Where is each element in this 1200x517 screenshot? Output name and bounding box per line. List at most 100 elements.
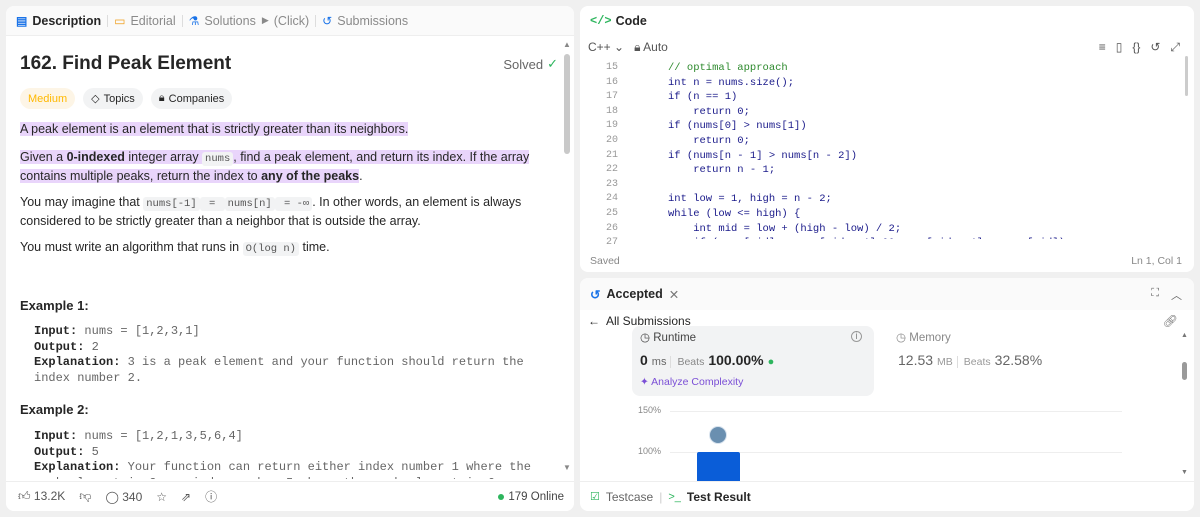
- scrollbar-thumb[interactable]: [564, 54, 570, 154]
- fullscreen-icon[interactable]: ⛶: [1151, 287, 1159, 303]
- code-line: return n - 1;: [668, 164, 776, 177]
- result-footer-tabs: ☑ Testcase | >_ Test Result: [580, 481, 1194, 511]
- description-tabs: ▤ Description ▭ Editorial ⚗ Solutions ▶ …: [6, 6, 574, 36]
- check-circle-icon: ✓: [547, 56, 558, 71]
- description-paragraph-3: You may imagine that nums[-1] = nums[n] …: [20, 195, 522, 228]
- code-line: return 0;: [668, 105, 750, 118]
- expand-icon[interactable]: ⤢: [1170, 40, 1180, 55]
- topics-button[interactable]: ◇ Topics: [83, 88, 143, 109]
- result-scrollbar[interactable]: ▲ ▼: [1181, 332, 1188, 476]
- tab-submissions[interactable]: ↺ Submissions: [322, 14, 408, 28]
- code-line: int low = 1, high = n - 2;: [668, 193, 832, 206]
- chevron-down-icon: ⌄: [614, 40, 625, 54]
- companies-button[interactable]: 🔒︎ Companies: [150, 88, 233, 109]
- tab-accepted[interactable]: Accepted: [606, 287, 662, 301]
- scroll-down-icon[interactable]: ▼: [563, 463, 571, 472]
- tab-click[interactable]: ▶ (Click): [262, 14, 309, 28]
- problem-tags: Medium ◇ Topics 🔒︎ Companies: [20, 88, 233, 109]
- star-icon[interactable]: ☆: [156, 490, 167, 504]
- saved-status: Saved: [590, 255, 620, 267]
- runtime-card[interactable]: ◷ Runtime i 0 ms Beats 100.00% ● ✦ Analy…: [632, 326, 874, 396]
- description-footer: 👍︎ 13.2K 👎︎ ◯ 340 ☆ ⇗ ⓘ 179 Online: [6, 481, 574, 511]
- distribution-bar[interactable]: [697, 452, 740, 481]
- y-tick-150: 150%: [638, 405, 662, 415]
- result-panel: ↺ Accepted ✕ ⛶ ︿ ← All Submissions 🔗︎ ◷ …: [580, 278, 1194, 511]
- memory-value: 12.53 MB Beats 32.58%: [898, 352, 1043, 368]
- memory-icon: ◷: [896, 332, 907, 344]
- line-number: 24: [605, 193, 618, 205]
- help-icon[interactable]: ⓘ: [205, 488, 217, 505]
- dislike-button[interactable]: 👎︎: [79, 489, 91, 504]
- thumbs-up-icon: 👍︎: [18, 489, 31, 503]
- cursor-position: Ln 1, Col 1: [1131, 255, 1182, 267]
- tab-editorial[interactable]: ▭ Editorial: [114, 14, 176, 28]
- code-line: int n = nums.size();: [668, 76, 795, 89]
- editor-scrollbar[interactable]: [1185, 56, 1188, 96]
- analyze-complexity-link[interactable]: ✦ Analyze Complexity: [640, 376, 743, 388]
- lock-icon: 🔒︎: [634, 39, 641, 54]
- collapse-icon[interactable]: ︿: [1171, 287, 1182, 303]
- difficulty-badge: Medium: [20, 88, 76, 109]
- example-2-block: Input: nums = [1,2,1,3,5,6,4] Output: 5 …: [34, 429, 531, 479]
- solved-status: Solved ✓: [503, 56, 558, 72]
- flask-icon: ⚗: [188, 13, 200, 28]
- tab-solutions[interactable]: ⚗ Solutions: [189, 14, 256, 28]
- example-1-title: Example 1:: [20, 298, 89, 313]
- online-count: 179 Online: [498, 491, 564, 503]
- code-icon: </>: [590, 14, 612, 28]
- checkbox-icon: ☑: [590, 491, 600, 503]
- link-icon[interactable]: 🔗︎: [1163, 314, 1178, 328]
- info-icon[interactable]: i: [851, 331, 862, 342]
- line-number: 25: [605, 207, 618, 219]
- reset-icon[interactable]: ↺: [1150, 40, 1160, 55]
- line-number: 19: [605, 120, 618, 132]
- memory-label[interactable]: ◷ Memory: [896, 330, 951, 344]
- share-icon[interactable]: ⇗: [181, 490, 191, 504]
- example-2-title: Example 2:: [20, 402, 89, 417]
- tab-testcase[interactable]: Testcase: [606, 490, 653, 504]
- line-number: 17: [605, 91, 618, 103]
- code-editor[interactable]: // optimal approach int n = nums.size(); i…: [668, 61, 1168, 239]
- arrow-left-icon: ←: [588, 314, 600, 328]
- thumbs-down-icon: 👎︎: [79, 489, 92, 503]
- line-number: 16: [605, 76, 618, 88]
- code-line: // optimal approach: [668, 62, 788, 74]
- code-line: int mid = low + (high - low) / 2;: [668, 222, 902, 235]
- auto-mode[interactable]: 🔒︎ Auto: [634, 40, 668, 55]
- runtime-value: 0 ms Beats 100.00% ●: [640, 352, 775, 368]
- problem-title[interactable]: 162. Find Peak Element: [20, 53, 231, 75]
- comment-icon: ◯: [105, 489, 119, 504]
- scroll-up-icon[interactable]: ▲: [563, 40, 571, 49]
- play-icon: ▶: [261, 15, 269, 25]
- braces-icon[interactable]: {}: [1132, 40, 1140, 55]
- code-line: if (n == 1): [668, 91, 738, 104]
- line-number: 18: [605, 105, 618, 117]
- description-paragraph-1: A peak element is an element that is str…: [20, 122, 409, 136]
- language-select[interactable]: C++ ⌄: [588, 40, 624, 54]
- code-panel-title: </> Code: [590, 14, 647, 28]
- avatar: [709, 426, 727, 444]
- line-number: 27: [605, 237, 618, 249]
- line-number: 22: [605, 164, 618, 176]
- runtime-label: ◷ Runtime: [640, 332, 697, 344]
- tab-description[interactable]: ▤ Description: [16, 14, 101, 28]
- gridline: [670, 411, 1122, 412]
- scroll-up-icon[interactable]: ▲: [1181, 332, 1188, 339]
- like-button[interactable]: 👍︎ 13.2K: [18, 489, 65, 504]
- tab-test-result[interactable]: Test Result: [687, 490, 751, 504]
- scroll-down-icon[interactable]: ▼: [1181, 469, 1188, 476]
- comments-button[interactable]: ◯ 340: [105, 490, 142, 504]
- line-number: 26: [605, 222, 618, 234]
- close-icon[interactable]: ✕: [669, 287, 679, 302]
- bookmark-icon[interactable]: ▯: [1116, 40, 1123, 55]
- accepted-icon: ↺: [590, 287, 601, 302]
- scrollbar-thumb[interactable]: [1182, 362, 1187, 380]
- code-line: while (low <= high) {: [668, 207, 801, 220]
- format-icon[interactable]: ≡: [1099, 40, 1106, 55]
- description-scrollbar[interactable]: ▲ ▼: [563, 40, 571, 472]
- line-number: 21: [605, 149, 618, 161]
- code-line: if (nums[0] > nums[1]): [668, 120, 807, 133]
- lock-icon: 🔒︎: [158, 92, 165, 104]
- book-icon: ▭: [114, 13, 126, 28]
